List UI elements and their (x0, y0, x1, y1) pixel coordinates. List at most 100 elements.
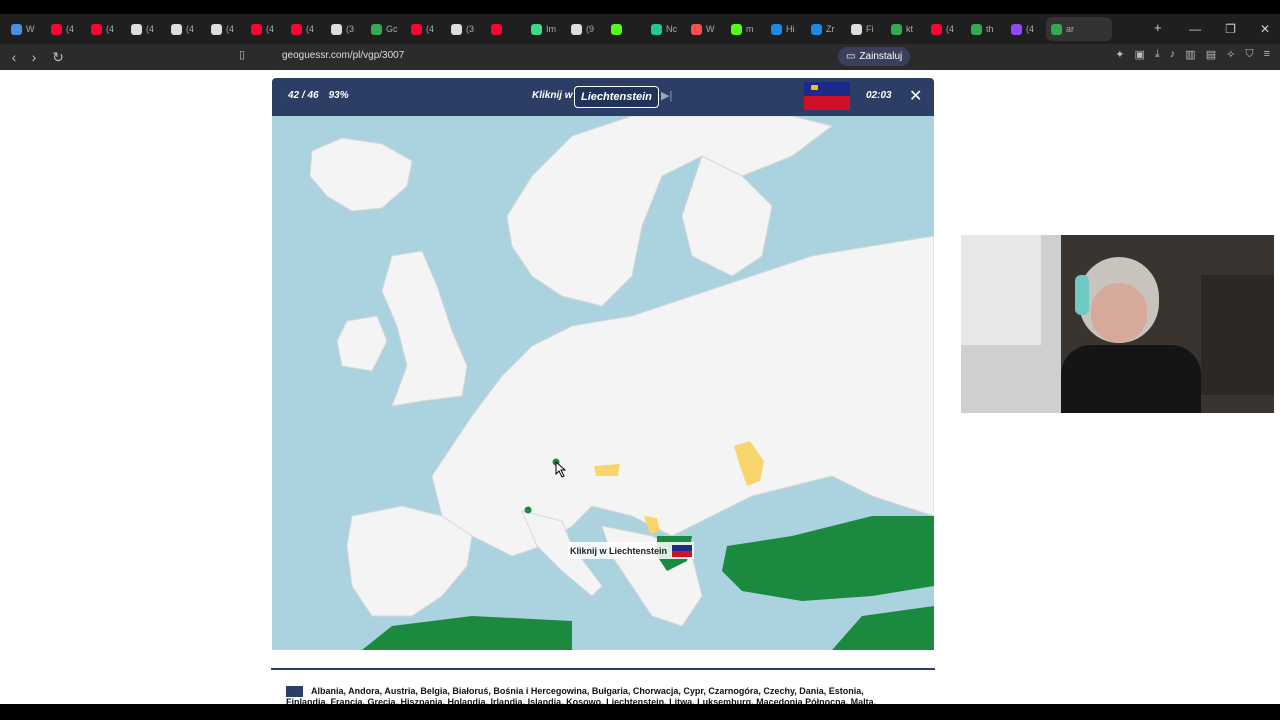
browser-tab[interactable]: Fi (846, 17, 886, 41)
target-flag (804, 82, 850, 110)
tab-favicon-icon (411, 23, 422, 35)
browser-tab[interactable]: W (686, 17, 726, 41)
progress-indicator: 42 / 46 93% (288, 90, 349, 101)
browser-tab[interactable]: (4 (1006, 17, 1046, 41)
browser-tab[interactable]: (4 (246, 17, 286, 41)
browser-tab[interactable]: (4 (86, 17, 126, 41)
tab-label: (4 (946, 24, 955, 34)
tab-favicon-icon (691, 23, 702, 35)
skip-icon[interactable]: ▶| (661, 89, 672, 102)
reload-icon[interactable]: ↻ (48, 49, 68, 66)
timer: 02:03 (866, 90, 892, 101)
tab-label: m (746, 24, 754, 34)
tab-favicon-icon (611, 23, 622, 35)
new-tab-button[interactable]: + (1154, 20, 1162, 35)
tab-label: Gc (386, 24, 398, 34)
bookmark-icon[interactable]: ▯ (232, 48, 252, 61)
browser-tab[interactable]: (4 (46, 17, 86, 41)
webcam-person-body (1061, 345, 1201, 413)
browser-tab[interactable]: (4 (926, 17, 966, 41)
browser-tab[interactable]: (4 (286, 17, 326, 41)
close-window-icon[interactable]: ✕ (1260, 22, 1270, 36)
tab-label: W (706, 24, 715, 34)
europe-icon (286, 686, 303, 698)
browser-tab[interactable]: Gc (366, 17, 406, 41)
browser-tab[interactable]: (4 (206, 17, 246, 41)
browser-tab[interactable]: W (6, 17, 46, 41)
slovenia (594, 464, 620, 476)
tab-favicon-icon (171, 23, 182, 35)
extensions-icon[interactable]: ✦ (1115, 48, 1124, 61)
tab-favicon-icon (651, 23, 662, 35)
browser-tab[interactable]: Hi (766, 17, 806, 41)
europe-map[interactable] (272, 116, 934, 650)
progress-percent: 93% (328, 90, 349, 101)
tab-favicon-icon (451, 23, 462, 35)
minimize-icon[interactable]: — (1189, 22, 1201, 36)
tab-label: (4 (186, 24, 195, 34)
browser-tab[interactable] (486, 17, 526, 41)
browser-tab[interactable]: (3 (446, 17, 486, 41)
tab-favicon-icon (571, 23, 582, 35)
tab-favicon-icon (771, 23, 782, 35)
tab-favicon-icon (1011, 23, 1022, 35)
tab-favicon-icon (211, 23, 222, 35)
tab-favicon-icon (11, 23, 22, 35)
screenshot-icon[interactable]: ▣ (1135, 48, 1145, 61)
browser-tab[interactable]: (4 (406, 17, 446, 41)
progress-count: 42 / 46 (288, 90, 319, 101)
leo-icon[interactable]: ✧ (1226, 48, 1235, 61)
menu-icon[interactable]: ≡ (1264, 48, 1270, 61)
browser-tab[interactable]: Im (526, 17, 566, 41)
headset-icon (1075, 275, 1089, 315)
browser-tab[interactable]: (3 (326, 17, 366, 41)
browser-tab[interactable] (606, 17, 646, 41)
address-bar: ‹ › ↻ ▯ geoguessr.com/pl/vgp/3007 ▭ Zain… (0, 44, 1280, 70)
download-icon[interactable]: ⤓ (1155, 48, 1160, 61)
url-field[interactable]: geoguessr.com/pl/vgp/3007 (282, 50, 404, 61)
webcam-window-light (961, 235, 1041, 345)
divider (271, 668, 935, 670)
tab-favicon-icon (371, 23, 382, 35)
browser-tab[interactable]: (9 (566, 17, 606, 41)
browser-tab[interactable]: m (726, 17, 766, 41)
tab-label: (4 (306, 24, 315, 34)
toolbar-icons: ✦ ▣ ⤓ ♪ ▥ ▤ ✧ ⛉ ≡ (1115, 48, 1270, 61)
tab-label: (4 (66, 24, 75, 34)
music-icon[interactable]: ♪ (1170, 48, 1176, 61)
close-icon[interactable]: ✕ (909, 86, 922, 106)
map-svg[interactable] (272, 116, 934, 650)
wallet-icon[interactable]: ▤ (1206, 48, 1216, 61)
target-country: Liechtenstein (574, 86, 659, 108)
browser-tab[interactable]: ar (1046, 17, 1112, 41)
tab-favicon-icon (531, 23, 542, 35)
tab-favicon-icon (971, 23, 982, 35)
tab-label: (4 (1026, 24, 1035, 34)
tab-label: th (986, 24, 994, 34)
tab-favicon-icon (51, 23, 62, 35)
browser-tab[interactable]: kt (886, 17, 926, 41)
browser-tab[interactable]: Zr (806, 17, 846, 41)
tab-label: (3 (346, 24, 355, 34)
browser-tab[interactable]: (4 (166, 17, 206, 41)
browser-tab[interactable]: (4 (126, 17, 166, 41)
back-icon[interactable]: ‹ (4, 49, 24, 65)
forward-icon[interactable]: › (24, 49, 44, 65)
install-button[interactable]: ▭ Zainstaluj (838, 47, 911, 66)
tab-favicon-icon (931, 23, 942, 35)
sidebar-icon[interactable]: ▥ (1185, 48, 1195, 61)
install-icon: ▭ (846, 51, 856, 62)
browser-tab-strip: W (4 (4 (4 (4 (4 (4 (4 (3 Gc (4 (3 Im (9 Nc Wm Hi Zr Fi kt (… (0, 14, 1280, 44)
browser-tab[interactable]: th (966, 17, 1006, 41)
tooltip-text: Kliknij w Liechtenstein (570, 545, 668, 556)
webcam-overlay (961, 235, 1274, 413)
tab-favicon-icon (331, 23, 342, 35)
browser-tab[interactable]: Nc (646, 17, 686, 41)
tab-favicon-icon (891, 23, 902, 35)
maximize-icon[interactable]: ❐ (1225, 22, 1236, 36)
vpn-icon[interactable]: ⛉ (1245, 48, 1253, 61)
tab-label: kt (906, 24, 914, 34)
tab-label: (4 (426, 24, 435, 34)
webcam-shelf (1201, 275, 1274, 395)
tab-label: W (26, 24, 35, 34)
